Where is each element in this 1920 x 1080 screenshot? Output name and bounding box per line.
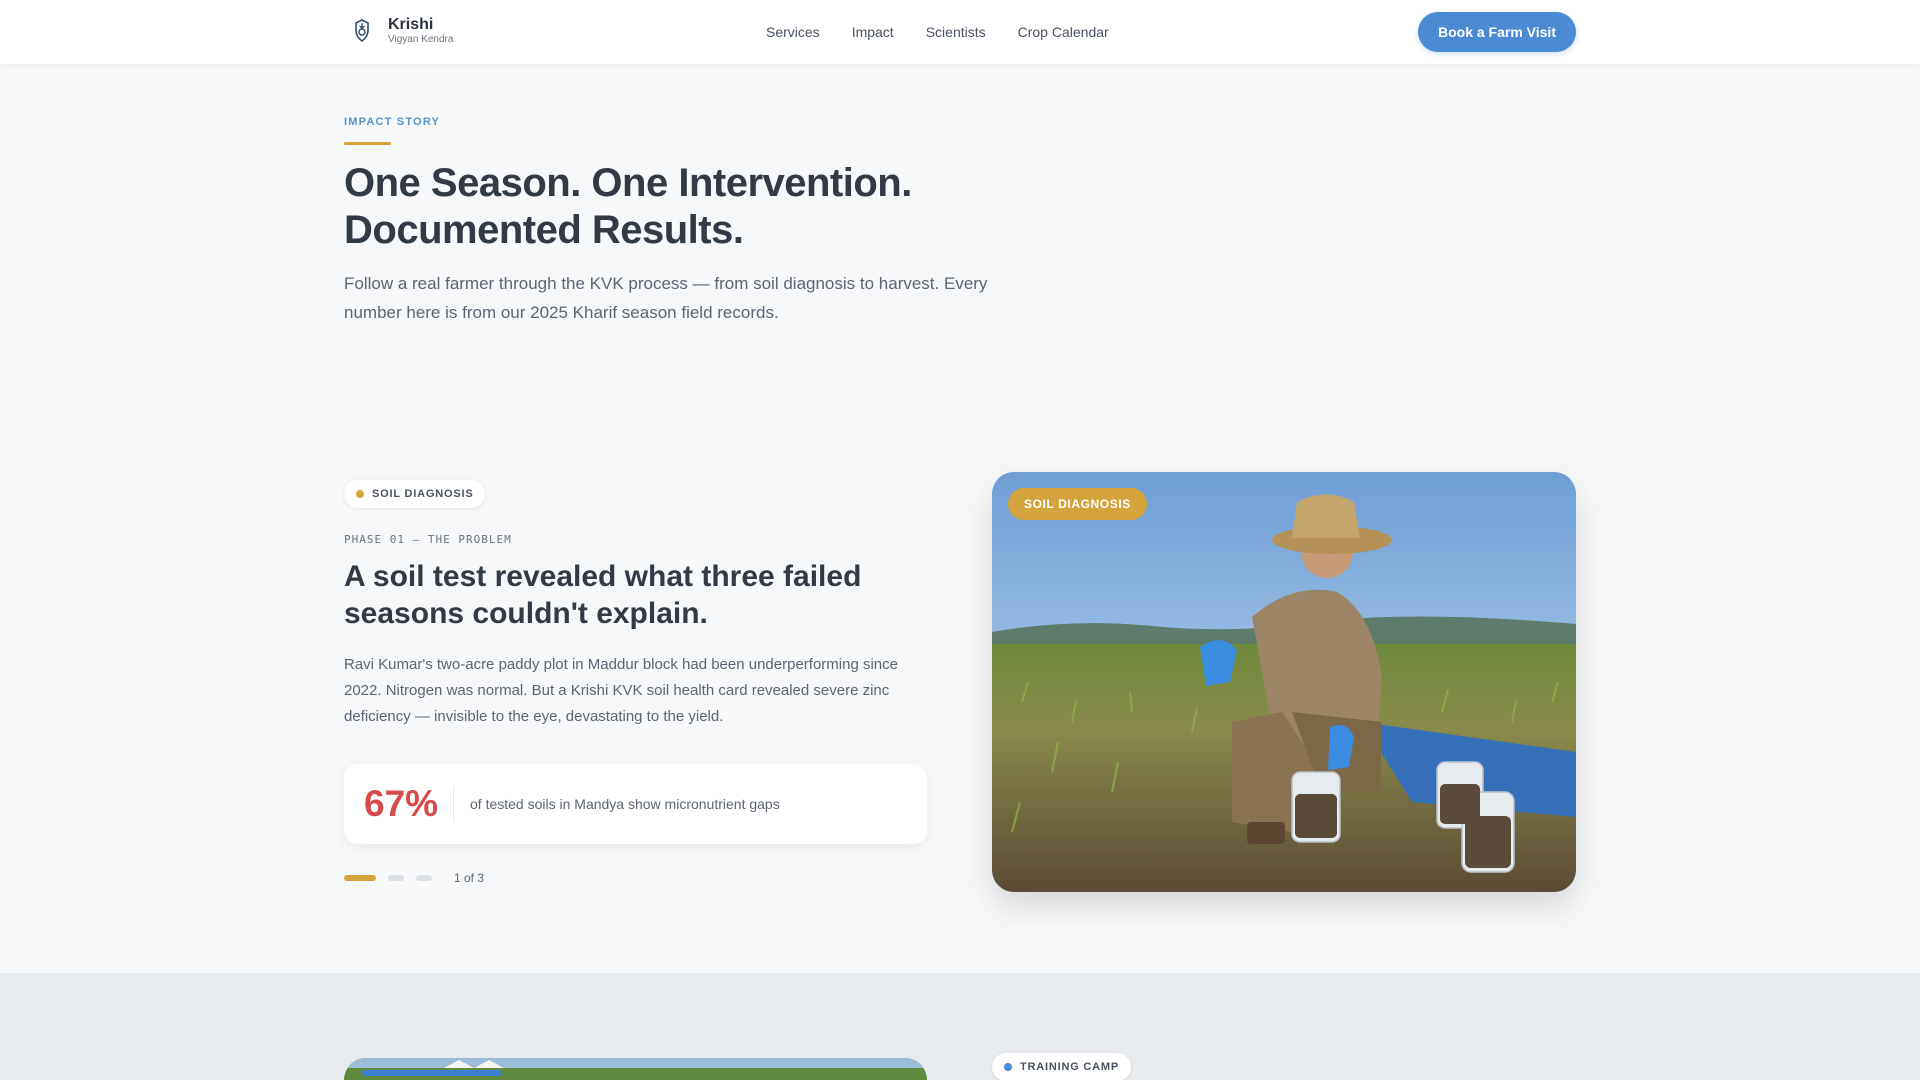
- progress-dot-3[interactable]: [416, 875, 432, 881]
- nav-link-services[interactable]: Services: [766, 23, 820, 41]
- section-eyebrow: IMPACT STORY: [344, 116, 441, 128]
- brand-subtitle: Vigyan Kendra: [388, 34, 454, 45]
- stat-divider: [453, 786, 454, 822]
- phase-tag-pill: SOIL DIAGNOSIS: [344, 480, 486, 508]
- phase-label: PHASE 01 — THE PROBLEM: [344, 533, 512, 546]
- brand-logo-link[interactable]: Krishi Vigyan Kendra: [350, 16, 453, 46]
- story-title: A soil test revealed what three failed s…: [344, 560, 862, 630]
- eyebrow-underline: [344, 142, 391, 145]
- next-phase-tag-label: TRAINING CAMP: [1020, 1061, 1120, 1073]
- nav-link-crop-calendar[interactable]: Crop Calendar: [1018, 23, 1109, 41]
- brand-name: Krishi: [388, 16, 434, 33]
- status-dot-icon: [1004, 1063, 1012, 1071]
- next-section-background: [0, 973, 1920, 1080]
- book-farm-visit-button[interactable]: Book a Farm Visit: [1418, 12, 1576, 52]
- soil-diagnosis-photo: SOIL DIAGNOSIS: [992, 472, 1576, 892]
- progress-counter: 1 of 3: [454, 871, 485, 885]
- status-dot-icon: [356, 490, 364, 498]
- progress-dot-2[interactable]: [388, 875, 404, 881]
- photo-badge: SOIL DIAGNOSIS: [1008, 488, 1147, 520]
- nav-link-scientists[interactable]: Scientists: [926, 23, 986, 41]
- training-camp-photo: [344, 1058, 927, 1080]
- nav-link-impact[interactable]: Impact: [852, 23, 894, 41]
- story-body: Ravi Kumar's two-acre paddy plot in Madd…: [344, 656, 898, 725]
- story-progress: 1 of 3: [344, 871, 484, 885]
- shield-lotus-icon: [350, 16, 374, 46]
- progress-dot-1[interactable]: [344, 875, 376, 881]
- main-nav: Services Impact Scientists Crop Calendar: [766, 23, 1109, 41]
- hero-title: One Season. One Intervention. Documented…: [344, 161, 912, 252]
- hero-subtitle: Follow a real farmer through the KVK pro…: [344, 274, 988, 322]
- site-header: Krishi Vigyan Kendra Services Impact Sci…: [0, 0, 1920, 64]
- stat-value: 67%: [364, 783, 439, 824]
- stat-description: of tested soils in Mandya show micronutr…: [470, 796, 780, 812]
- phase-tag-label: SOIL DIAGNOSIS: [372, 488, 474, 500]
- stat-card: 67% of tested soils in Mandya show micro…: [344, 764, 927, 844]
- next-phase-tag-pill: TRAINING CAMP: [992, 1053, 1132, 1080]
